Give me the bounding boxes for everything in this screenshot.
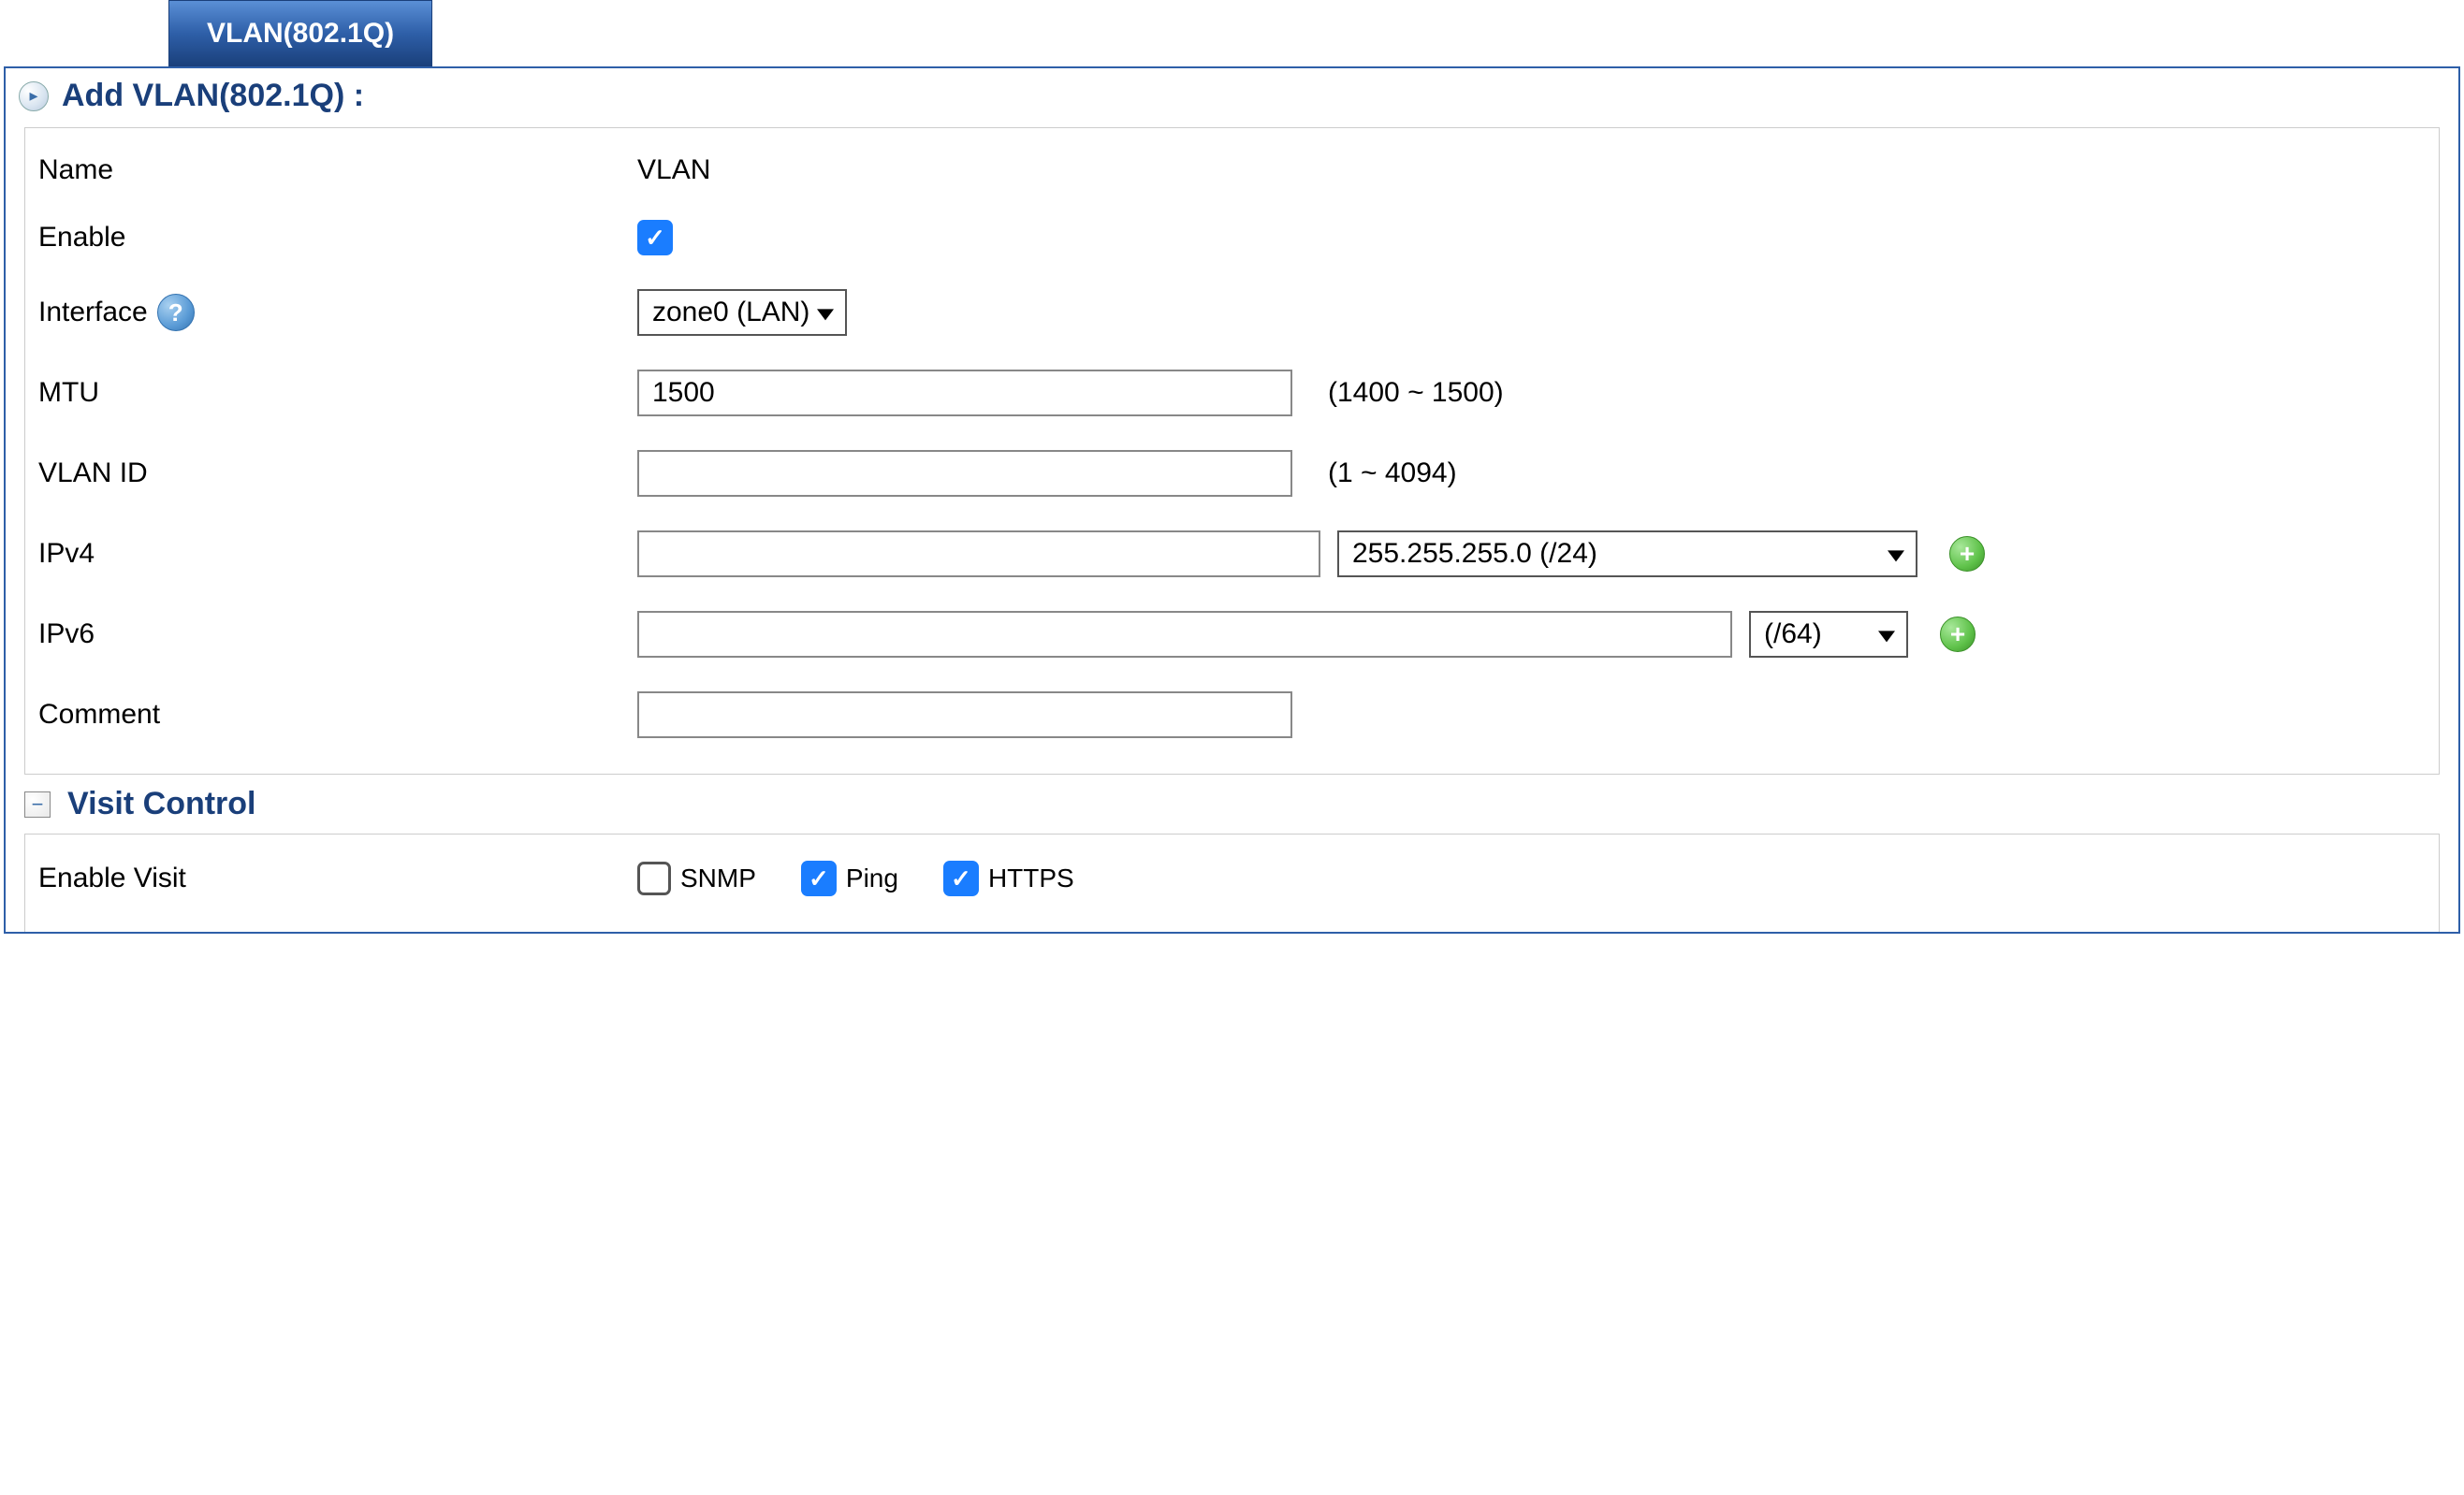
visit-box: Enable Visit SNMP ✓ Ping ✓ HTTPS: [24, 834, 2440, 932]
add-ipv4-icon[interactable]: +: [1949, 536, 1985, 572]
vlanid-label: VLAN ID: [38, 457, 637, 489]
https-checkbox[interactable]: ✓: [943, 861, 979, 896]
comment-input[interactable]: [637, 691, 1292, 738]
panel-main: ▸ Add VLAN(802.1Q) : Name VLAN Enable ✓ …: [4, 66, 2460, 934]
name-label: Name: [38, 154, 637, 186]
help-icon[interactable]: ?: [157, 294, 195, 331]
snmp-checkbox[interactable]: [637, 862, 671, 895]
row-mtu: MTU (1400 ~ 1500): [35, 353, 2429, 433]
add-ipv6-icon[interactable]: +: [1940, 617, 1976, 652]
row-ipv4: IPv4 255.255.255.0 (/24) +: [35, 514, 2429, 594]
interface-select[interactable]: zone0 (LAN): [637, 289, 847, 336]
row-interface: Interface ? zone0 (LAN): [35, 272, 2429, 353]
visit-header: − Visit Control: [6, 778, 2458, 830]
ipv4-mask-select[interactable]: 255.255.255.0 (/24): [1337, 530, 1917, 577]
section-title: Add VLAN(802.1Q) :: [62, 78, 364, 114]
collapse-icon[interactable]: −: [24, 791, 51, 818]
ipv4-mask-value: 255.255.255.0 (/24): [1352, 538, 1597, 570]
mtu-label: MTU: [38, 377, 637, 409]
row-ipv6: IPv6 (/64) +: [35, 594, 2429, 675]
ipv6-input[interactable]: [637, 611, 1732, 658]
ping-checkbox[interactable]: ✓: [801, 861, 837, 896]
comment-label: Comment: [38, 699, 637, 731]
row-comment: Comment: [35, 675, 2429, 755]
name-value: VLAN: [637, 154, 710, 186]
row-enable: Enable ✓: [35, 203, 2429, 272]
ipv6-label: IPv6: [38, 618, 637, 650]
ipv6-prefix-value: (/64): [1764, 618, 1822, 650]
section-header: ▸ Add VLAN(802.1Q) :: [6, 68, 2458, 123]
https-label: HTTPS: [988, 864, 1074, 893]
snmp-label: SNMP: [680, 864, 756, 893]
row-vlanid: VLAN ID (1 ~ 4094): [35, 433, 2429, 514]
tab-vlan[interactable]: VLAN(802.1Q): [168, 0, 432, 66]
ping-label: Ping: [846, 864, 898, 893]
ipv6-prefix-select[interactable]: (/64): [1749, 611, 1908, 658]
expand-icon[interactable]: ▸: [19, 81, 49, 111]
vlanid-hint: (1 ~ 4094): [1328, 457, 1457, 489]
row-enable-visit: Enable Visit SNMP ✓ Ping ✓ HTTPS: [35, 844, 2429, 913]
vlanid-input[interactable]: [637, 450, 1292, 497]
interface-label: Interface: [38, 297, 148, 328]
enable-label: Enable: [38, 222, 637, 254]
mtu-hint: (1400 ~ 1500): [1328, 377, 1504, 409]
mtu-input[interactable]: [637, 370, 1292, 416]
enable-checkbox[interactable]: ✓: [637, 220, 673, 255]
ipv4-label: IPv4: [38, 538, 637, 570]
row-name: Name VLAN: [35, 138, 2429, 203]
enable-visit-label: Enable Visit: [38, 863, 637, 894]
form-box: Name VLAN Enable ✓ Interface ? zone0 (LA…: [24, 127, 2440, 775]
ipv4-input[interactable]: [637, 530, 1320, 577]
interface-select-value: zone0 (LAN): [652, 297, 809, 328]
visit-title: Visit Control: [67, 786, 256, 822]
